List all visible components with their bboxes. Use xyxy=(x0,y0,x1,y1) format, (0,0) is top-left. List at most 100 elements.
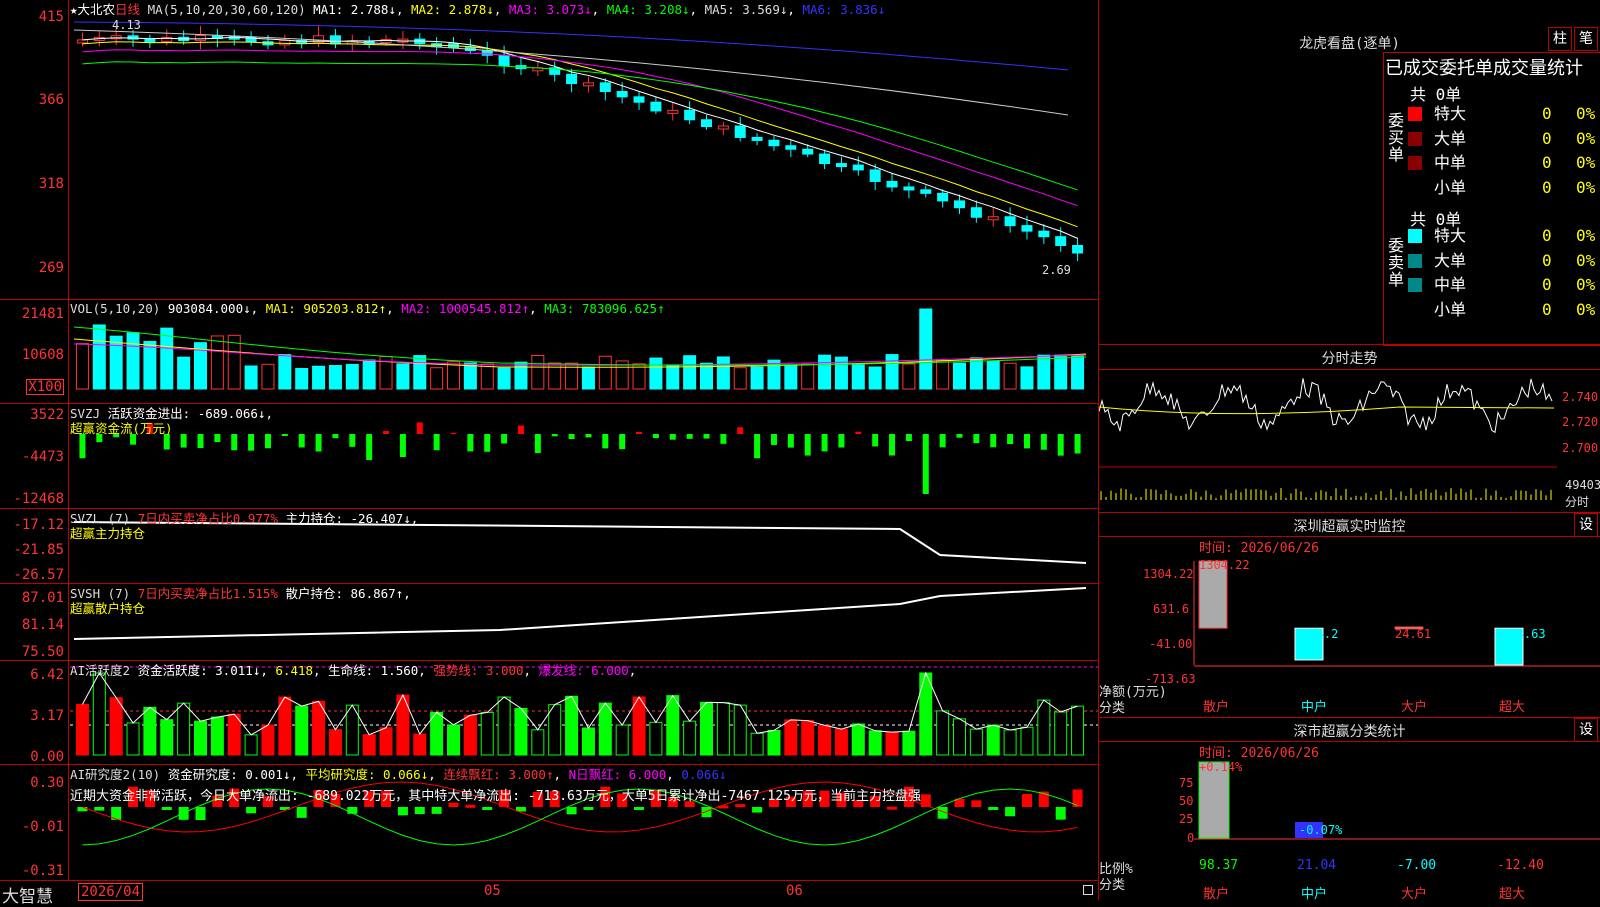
svzl-ratio: 7日内买卖净占比0.977% xyxy=(137,511,278,526)
chart-mark xyxy=(734,125,746,138)
sell-side-label: 委卖单 xyxy=(1388,236,1405,289)
chart-mark xyxy=(349,434,356,447)
chart-mark xyxy=(819,153,831,165)
chart-mark xyxy=(75,703,89,756)
chart-mark xyxy=(666,365,680,390)
lock-icon[interactable] xyxy=(1083,885,1093,895)
chart-mark xyxy=(717,125,729,130)
stock-name[interactable]: ★大北农 xyxy=(70,2,115,17)
order-size-label: 中单 xyxy=(1434,275,1467,294)
order-percent: 0% xyxy=(1576,250,1596,270)
chart-mark xyxy=(633,96,645,103)
chart-mark xyxy=(447,361,460,390)
chart-mark xyxy=(332,434,339,439)
vol-ma1: MA1: 905203.812↑ xyxy=(265,301,387,316)
chart-mark xyxy=(534,434,541,454)
kline-panel[interactable]: 415 366 318 269 ★大北农日线 MA(5,10,20,30,60,… xyxy=(0,0,1098,300)
svsh-panel[interactable]: 87.01 81.14 75.50 SVSH (7) 7日内买卖净占比1.515… xyxy=(0,584,1098,661)
chart-mark xyxy=(750,732,764,756)
chart-mark xyxy=(1038,230,1050,238)
chart-mark xyxy=(1055,807,1066,820)
chart-mark xyxy=(987,216,999,221)
classify-category: 中户 xyxy=(1301,887,1328,902)
chart-mark xyxy=(599,82,611,92)
chart-mark xyxy=(126,332,140,390)
chart-mark xyxy=(244,365,258,390)
period-label[interactable]: 日线 xyxy=(115,2,140,17)
chart-mark xyxy=(1003,362,1017,390)
chart-mark xyxy=(246,807,257,814)
chart-mark xyxy=(936,359,950,390)
chart-mark xyxy=(278,354,292,390)
volume-panel[interactable]: 21481 10608 X100 VOL(5,10,20) 903084.000… xyxy=(0,299,1098,404)
chart-mark xyxy=(701,119,712,128)
chart-mark xyxy=(1074,434,1081,454)
chart-mark xyxy=(214,434,221,443)
chart-mark xyxy=(905,434,912,442)
chart-mark xyxy=(144,38,156,43)
classify-value: 98.37 xyxy=(1199,858,1239,873)
ai-avg-research: 平均研究度: 0.066↓ xyxy=(305,767,429,782)
chart-mark xyxy=(954,200,965,209)
svzl-panel[interactable]: -17.12 -21.85 -26.57 SVZL (7) 7日内买卖净占比0.… xyxy=(0,509,1098,584)
chart-mark xyxy=(602,434,609,449)
order-percent: 0% xyxy=(1576,299,1596,319)
classify-ytick: 50 xyxy=(1179,794,1194,808)
brand-logo[interactable]: 大智慧 xyxy=(2,882,53,907)
stroke-mode-button[interactable]: 笔 xyxy=(1574,27,1598,51)
chart-mark xyxy=(953,362,966,390)
classify-ytick: 25 xyxy=(1179,812,1194,826)
chart-mark xyxy=(261,363,275,390)
chart-mark xyxy=(295,367,309,390)
chart-mark xyxy=(480,711,494,756)
chart-mark xyxy=(94,807,105,811)
date-may: 05 xyxy=(484,883,501,899)
monitor-category: 散户 xyxy=(1203,700,1230,715)
order-row: 小单 0 0% xyxy=(1408,298,1600,322)
chart-mark xyxy=(92,672,106,756)
chart-mark xyxy=(497,696,511,756)
monitor-ytick: -41.00 xyxy=(1149,637,1193,651)
chart-mark xyxy=(447,724,460,756)
bar-mode-button[interactable]: 柱 xyxy=(1548,27,1572,51)
chart-mark xyxy=(109,697,123,756)
chart-mark xyxy=(784,719,798,756)
monitor-panel[interactable]: 深圳超赢实时监控 设 时间: 2026/06/26 1304.22 631.6 … xyxy=(1099,513,1600,718)
chart-mark xyxy=(667,109,679,114)
chart-mark xyxy=(498,54,510,67)
ai-research-spec: AI研究度2(10) xyxy=(70,767,161,782)
order-count: 0 xyxy=(1542,250,1552,270)
chart-mark xyxy=(279,39,291,46)
chart-mark xyxy=(649,357,663,390)
chart-mark xyxy=(818,724,832,756)
order-count: 0 xyxy=(1542,226,1552,245)
minute-price-line xyxy=(1099,378,1553,434)
chart-mark xyxy=(430,711,444,756)
chart-mark xyxy=(295,705,309,756)
chart-mark xyxy=(1020,366,1034,390)
ai-active-panel[interactable]: 6.42 3.17 0.00 AI活跃度2 资金活跃度: 3.011↓, 6.4… xyxy=(0,661,1098,765)
ai-research-panel[interactable]: 0.30 -0.01 -0.31 AI研究度2(10) 资金研究度: 0.001… xyxy=(0,765,1098,881)
chart-mark xyxy=(835,163,847,168)
svzj-panel[interactable]: 3522 -4473 -12468 SVZJ 活跃资金进出: -689.066↓… xyxy=(0,404,1098,509)
chart-mark xyxy=(686,434,693,439)
classify-panel[interactable]: 深市超赢分类统计 设 时间: 2026/06/26 +0.14% -0.07% … xyxy=(1099,718,1600,902)
order-row: 特大 0 0% xyxy=(1408,224,1600,248)
chart-mark xyxy=(75,343,89,390)
classify-category: 散户 xyxy=(1203,887,1230,902)
chart-mark xyxy=(919,672,933,756)
chart-mark xyxy=(298,434,305,448)
chart-mark xyxy=(1071,355,1085,390)
chart-mark xyxy=(634,807,645,810)
chart-mark xyxy=(450,432,457,434)
chart-mark xyxy=(514,707,528,756)
order-percent: 0% xyxy=(1576,226,1596,245)
color-swatch xyxy=(1408,253,1422,268)
chart-mark xyxy=(261,724,275,756)
chart-mark xyxy=(345,363,359,390)
chart-mark xyxy=(296,807,307,818)
chart-mark xyxy=(920,189,932,194)
ai-life-line: 生命线: 1.560 xyxy=(328,663,419,678)
minute-panel[interactable]: 分时走势 2.740 2.720 2.700 49403 分时 xyxy=(1099,345,1600,513)
monitor-bar-label: -713.63 xyxy=(1495,627,1546,641)
